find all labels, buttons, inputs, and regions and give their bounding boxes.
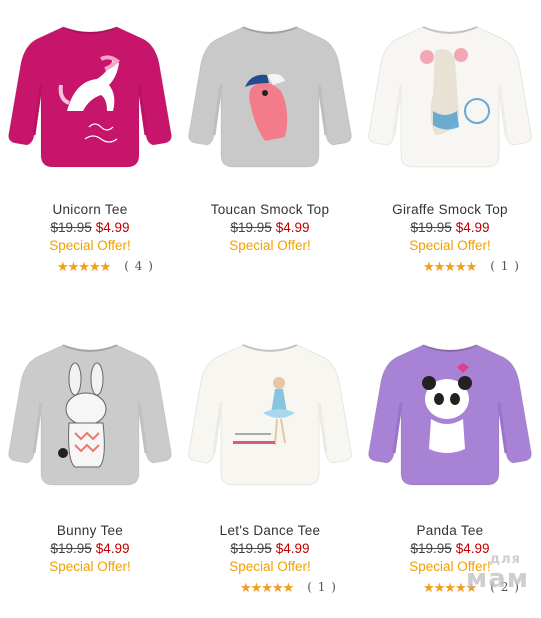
watermark-line-2: мам <box>465 564 529 594</box>
product-image[interactable] <box>360 0 540 190</box>
original-price: $19.95 <box>410 220 452 235</box>
product-name[interactable]: Panda Tee <box>360 523 540 538</box>
star-rating-icon: ★★★★★ ★★★★★ <box>423 258 477 274</box>
special-offer-link[interactable]: Special Offer! <box>180 238 360 253</box>
star-rating-icon: ★★★★★ ★★★★★ <box>57 258 111 274</box>
shirt-image-toucan <box>188 26 352 168</box>
product-image[interactable] <box>180 318 360 508</box>
product-image[interactable] <box>180 0 360 190</box>
original-price: $19.95 <box>50 541 92 556</box>
product-image[interactable] <box>0 318 180 508</box>
sale-price: $4.99 <box>95 220 130 235</box>
special-offer-link[interactable]: Special Offer! <box>0 559 180 574</box>
original-price: $19.95 <box>230 220 272 235</box>
product-grid: Unicorn Tee $19.95 $4.99 Special Offer! ★… <box>0 0 541 600</box>
product-card-lets-dance-tee[interactable]: Let's Dance Tee $19.95 $4.99 Special Offe… <box>180 318 360 618</box>
product-image[interactable] <box>360 318 540 508</box>
shirt-image-unicorn <box>8 26 172 168</box>
rating[interactable]: ★★★★★ ★★★★★ ( 4 ) <box>57 259 154 273</box>
price-row: $19.95 $4.99 <box>360 220 540 235</box>
sale-price: $4.99 <box>455 220 490 235</box>
sale-price: $4.99 <box>275 541 310 556</box>
shirt-image-bunny <box>8 344 172 486</box>
watermark-logo: для мам <box>466 553 529 592</box>
product-card-toucan-smock-top[interactable]: Toucan Smock Top $19.95 $4.99 Special Off… <box>180 0 360 300</box>
star-rating-icon: ★★★★★ ★★★★★ <box>240 579 294 595</box>
product-name[interactable]: Bunny Tee <box>0 523 180 538</box>
product-image[interactable] <box>0 0 180 190</box>
sale-price: $4.99 <box>95 541 130 556</box>
rating[interactable]: ★★★★★ ★★★★★ ( 1 ) <box>423 259 520 273</box>
review-count: ( 1 ) <box>307 580 337 594</box>
product-card-giraffe-smock-top[interactable]: Giraffe Smock Top $19.95 $4.99 Special Of… <box>360 0 540 300</box>
review-count: ( 4 ) <box>124 259 154 273</box>
product-name[interactable]: Giraffe Smock Top <box>360 202 540 217</box>
special-offer-link[interactable]: Special Offer! <box>0 238 180 253</box>
product-card-unicorn-tee[interactable]: Unicorn Tee $19.95 $4.99 Special Offer! ★… <box>0 0 180 300</box>
original-price: $19.95 <box>230 541 272 556</box>
original-price: $19.95 <box>50 220 92 235</box>
shirt-image-giraffe <box>368 26 532 168</box>
original-price: $19.95 <box>410 541 452 556</box>
product-name[interactable]: Let's Dance Tee <box>180 523 360 538</box>
product-name[interactable]: Toucan Smock Top <box>180 202 360 217</box>
sale-price: $4.99 <box>275 220 310 235</box>
product-card-bunny-tee[interactable]: Bunny Tee $19.95 $4.99 Special Offer! <box>0 318 180 618</box>
shirt-image-panda <box>368 344 532 486</box>
rating[interactable]: ★★★★★ ★★★★★ ( 1 ) <box>240 580 337 594</box>
price-row: $19.95 $4.99 <box>180 220 360 235</box>
price-row: $19.95 $4.99 <box>0 220 180 235</box>
product-name[interactable]: Unicorn Tee <box>0 202 180 217</box>
special-offer-link[interactable]: Special Offer! <box>180 559 360 574</box>
shirt-image-dance <box>188 344 352 486</box>
special-offer-link[interactable]: Special Offer! <box>360 238 540 253</box>
price-row: $19.95 $4.99 <box>180 541 360 556</box>
review-count: ( 1 ) <box>490 259 520 273</box>
price-row: $19.95 $4.99 <box>0 541 180 556</box>
